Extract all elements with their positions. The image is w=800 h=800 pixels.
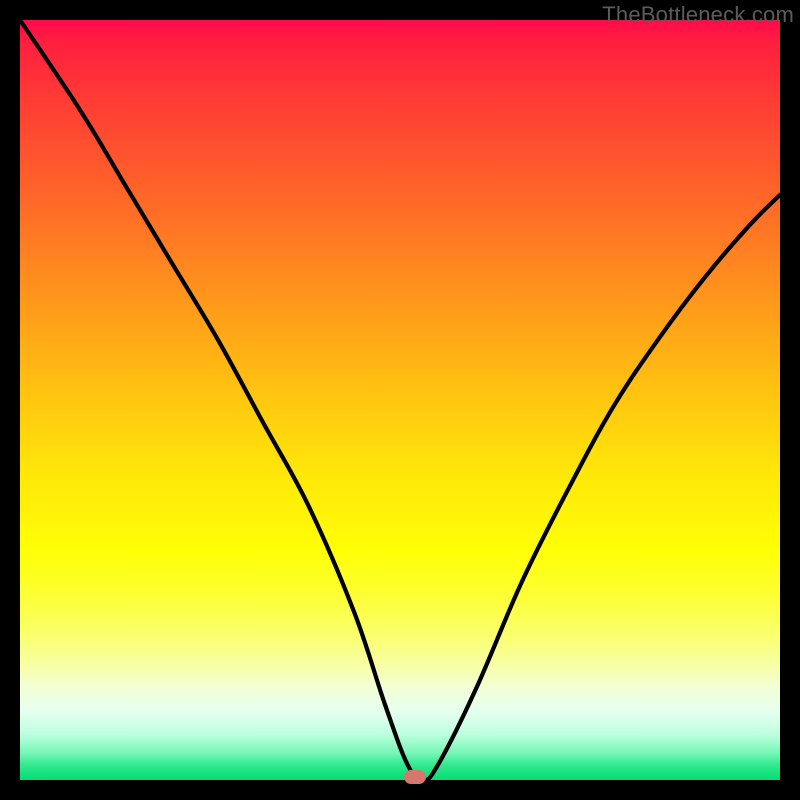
watermark-text: TheBottleneck.com <box>602 2 794 28</box>
min-marker <box>404 770 426 784</box>
plot-area <box>20 20 780 780</box>
curve-layer <box>20 20 780 780</box>
bottleneck-curve <box>20 20 780 780</box>
chart-container: TheBottleneck.com <box>0 0 800 800</box>
